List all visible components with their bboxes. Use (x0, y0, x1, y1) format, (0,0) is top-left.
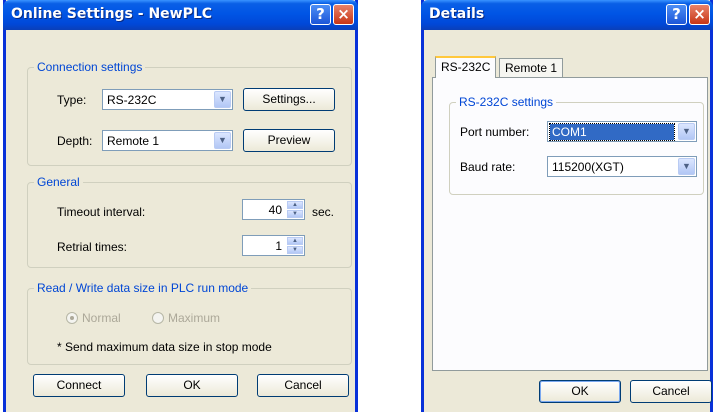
preview-button[interactable]: Preview (243, 129, 335, 152)
baud-rate-select[interactable]: 115200(XGT) ▼ (547, 156, 697, 177)
chevron-down-icon[interactable]: ▼ (214, 132, 231, 149)
normal-radio[interactable] (66, 312, 78, 324)
maximum-radio[interactable] (152, 312, 164, 324)
help-icon[interactable]: ? (666, 4, 687, 25)
read-write-group: Read / Write data size in PLC run mode N… (27, 281, 352, 365)
online-settings-window: Online Settings - NewPLC ? × Connection … (3, 0, 358, 412)
ok-button[interactable]: OK (146, 374, 238, 397)
close-icon[interactable]: × (689, 4, 710, 25)
rs232c-settings-group: RS-232C settings Port number: COM1 ▼ Bau… (449, 95, 704, 195)
radio-dot-icon (70, 316, 74, 320)
stop-mode-note: * Send maximum data size in stop mode (57, 340, 272, 354)
help-icon[interactable]: ? (310, 4, 331, 25)
details-window: Details ? × RS-232C Remote 1 RS-232C set… (421, 0, 713, 412)
settings-button[interactable]: Settings... (243, 88, 335, 111)
depth-label: Depth: (57, 134, 93, 148)
close-icon[interactable]: × (333, 4, 354, 25)
general-group: General Timeout interval: 40 ▲ ▼ sec. Ret… (27, 175, 352, 268)
connection-settings-group: Connection settings Type: RS-232C ▼ Sett… (27, 60, 352, 166)
maximum-radio-label: Maximum (168, 311, 221, 325)
connection-settings-legend: Connection settings (34, 60, 146, 74)
general-legend: General (34, 175, 83, 189)
read-write-legend: Read / Write data size in PLC run mode (34, 281, 252, 295)
details-titlebar[interactable]: Details ? × (421, 0, 713, 30)
rs232c-settings-legend: RS-232C settings (456, 95, 557, 109)
type-select[interactable]: RS-232C ▼ (102, 89, 233, 110)
baud-rate-value: 115200(XGT) (552, 160, 624, 174)
connect-button[interactable]: Connect (33, 374, 125, 397)
cancel-button[interactable]: Cancel (257, 374, 349, 397)
tab-remote-1[interactable]: Remote 1 (499, 58, 564, 78)
timeout-value: 40 (268, 203, 282, 217)
online-settings-titlebar[interactable]: Online Settings - NewPLC ? × (3, 0, 358, 30)
online-settings-title: Online Settings - NewPLC (11, 6, 213, 22)
spinner-arrows-icon[interactable]: ▲ ▼ (287, 237, 303, 254)
depth-select-value: Remote 1 (107, 134, 160, 148)
depth-select[interactable]: Remote 1 ▼ (102, 130, 233, 151)
details-cancel-button[interactable]: Cancel (630, 380, 712, 403)
chevron-down-icon[interactable]: ▼ (214, 91, 231, 108)
timeout-unit: sec. (312, 205, 335, 219)
port-number-label: Port number: (460, 125, 530, 139)
normal-radio-label: Normal (82, 311, 121, 325)
timeout-label: Timeout interval: (57, 205, 146, 219)
type-label: Type: (57, 93, 87, 107)
chevron-down-icon[interactable]: ▼ (678, 158, 695, 175)
timeout-spinner[interactable]: 40 ▲ ▼ (242, 199, 305, 220)
chevron-down-icon[interactable]: ▼ (678, 123, 695, 140)
port-number-value: COM1 (549, 123, 675, 141)
tab-rs232c[interactable]: RS-232C (435, 56, 497, 78)
retrial-label: Retrial times: (57, 240, 128, 254)
spinner-arrows-icon[interactable]: ▲ ▼ (287, 201, 303, 218)
port-number-select[interactable]: COM1 ▼ (547, 121, 697, 142)
type-select-value: RS-232C (107, 93, 157, 107)
retrial-spinner[interactable]: 1 ▲ ▼ (242, 235, 305, 256)
baud-rate-label: Baud rate: (460, 160, 516, 174)
retrial-value: 1 (275, 239, 282, 253)
details-ok-button[interactable]: OK (539, 380, 621, 403)
tab-panel: RS-232C settings Port number: COM1 ▼ Bau… (432, 77, 708, 371)
details-title: Details (429, 6, 485, 22)
